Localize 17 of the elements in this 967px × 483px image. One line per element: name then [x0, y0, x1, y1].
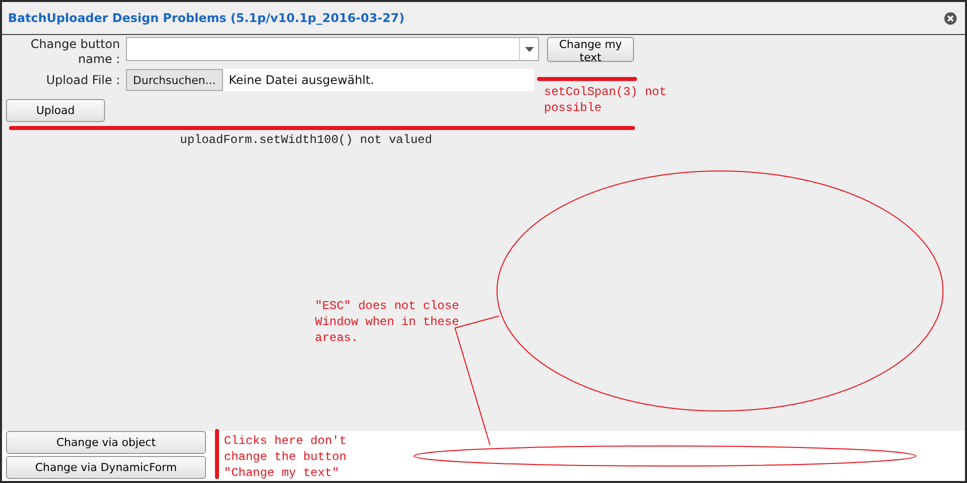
- browse-button[interactable]: Durchsuchen...: [126, 69, 223, 91]
- file-status: Keine Datei ausgewählt.: [228, 73, 374, 87]
- upload-button[interactable]: Upload: [6, 99, 105, 122]
- combo-field[interactable]: [126, 37, 539, 61]
- annotation-note: "ESC" does not close Window when in these areas.: [315, 298, 460, 346]
- code-note: uploadForm.setWidth100() not valued: [180, 132, 432, 148]
- field-label: Change button name :: [30, 37, 120, 67]
- dropdown-caret-icon[interactable]: [524, 46, 534, 52]
- annotation-note: setColSpan(3) not possible: [544, 84, 668, 116]
- window-title: BatchUploader Design Problems (5.1p/v10.1p_2016-03-27): [8, 11, 405, 25]
- close-icon[interactable]: [944, 12, 957, 24]
- bracket-mark: [215, 429, 219, 479]
- change-button[interactable]: Change via object: [6, 431, 206, 454]
- field-label: Upload File :: [45, 73, 120, 87]
- annotation-note: Clicks here don't change the button "Change my text": [224, 433, 348, 481]
- change-text-button[interactable]: Change my text: [547, 37, 634, 62]
- change-button[interactable]: Change via DynamicForm: [6, 456, 206, 479]
